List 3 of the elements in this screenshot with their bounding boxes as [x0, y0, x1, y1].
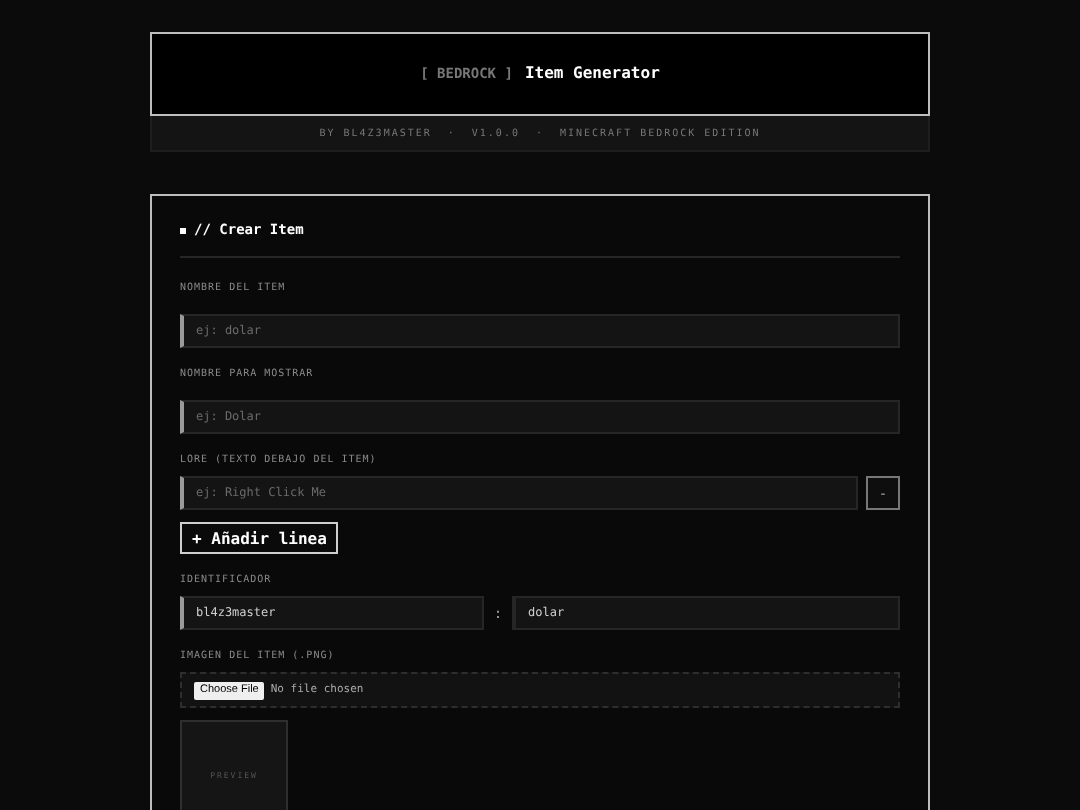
add-line-button[interactable]: + Añadir linea [180, 522, 339, 555]
app-title: Item Generator [524, 64, 660, 84]
bullet-icon [180, 227, 186, 234]
